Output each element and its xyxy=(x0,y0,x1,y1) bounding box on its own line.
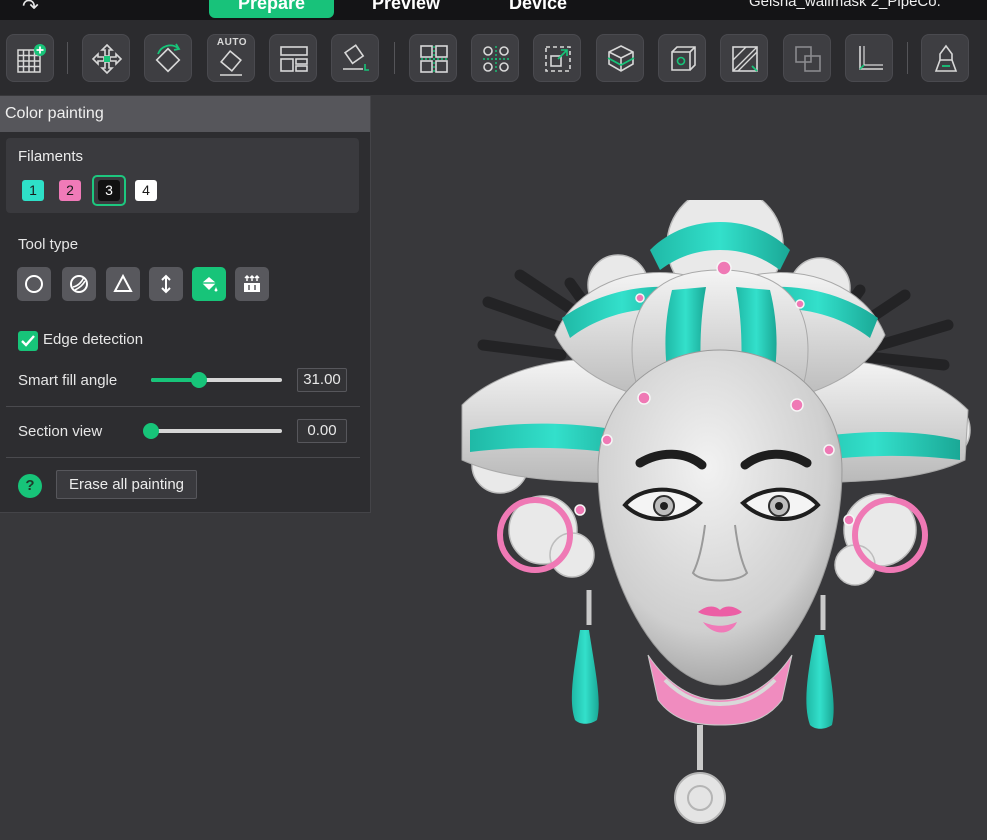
tool-type-label: Tool type xyxy=(18,236,79,253)
checkmark-icon xyxy=(21,335,35,347)
arrange-button[interactable] xyxy=(82,34,130,82)
smart-fill-angle-value[interactable]: 31.00 xyxy=(297,368,347,392)
filament-chip-4[interactable]: 4 xyxy=(135,180,157,201)
slice-plane-button[interactable] xyxy=(596,34,644,82)
top-tab-bar: ↷ Prepare Preview Device Geisha_wallmask… xyxy=(0,0,987,20)
slice-plane-icon xyxy=(607,45,635,72)
bounding-box-icon xyxy=(545,46,571,72)
height-range-tool-button[interactable] xyxy=(149,267,183,301)
redo-icon[interactable]: ↷ xyxy=(22,0,39,18)
filaments-section: Filaments 1 2 3 4 xyxy=(6,138,359,213)
section-view-slider[interactable] xyxy=(143,423,282,439)
triangle-tool-button[interactable] xyxy=(106,267,140,301)
boolean-icon xyxy=(795,46,821,72)
main-toolbar: AUTO xyxy=(0,20,987,95)
filament-chip-1[interactable]: 1 xyxy=(22,180,44,201)
color-paint-button[interactable] xyxy=(921,34,969,82)
add-plate-icon xyxy=(17,44,46,73)
color-paint-icon xyxy=(934,44,958,72)
sphere-tool-icon xyxy=(70,275,88,293)
filament-chip-3[interactable]: 3 xyxy=(98,180,120,201)
project-title: Geisha_wallmask 2_PipeCo. xyxy=(749,0,941,10)
divider xyxy=(6,457,360,458)
edge-detection-label: Edge detection xyxy=(43,331,144,348)
slider-knob[interactable] xyxy=(191,372,208,388)
split-objects-icon xyxy=(420,45,448,73)
split-parts-icon xyxy=(483,46,509,72)
support-paint-icon xyxy=(732,46,758,72)
smart-fill-angle-slider[interactable] xyxy=(151,372,282,388)
3d-model-viewport[interactable] xyxy=(430,200,987,840)
circle-tool-icon xyxy=(25,275,43,293)
help-icon[interactable]: ? xyxy=(18,474,42,498)
smart-fill-angle-label: Smart fill angle xyxy=(18,372,118,389)
fill-bucket-tool-button[interactable] xyxy=(192,267,226,301)
section-view-value[interactable]: 0.00 xyxy=(297,419,347,443)
toolbar-separator xyxy=(394,42,395,74)
fill-bucket-tool-icon xyxy=(202,277,218,292)
app-window: ↷ Prepare Preview Device Geisha_wallmask… xyxy=(0,0,987,840)
orient-button[interactable] xyxy=(144,34,192,82)
tab-prepare[interactable]: Prepare xyxy=(209,0,334,18)
circle-tool-button[interactable] xyxy=(17,267,51,301)
divider xyxy=(6,406,360,407)
layout-button[interactable] xyxy=(269,34,317,82)
layout-icon xyxy=(280,46,308,72)
cube-icon xyxy=(671,46,696,71)
support-paint-button[interactable] xyxy=(720,34,768,82)
edge-detection-checkbox[interactable] xyxy=(18,331,38,351)
auto-orient-button[interactable]: AUTO xyxy=(207,34,255,82)
auto-orient-icon xyxy=(220,50,242,76)
boolean-button[interactable] xyxy=(783,34,831,82)
gap-fill-tool-icon xyxy=(244,274,260,292)
split-objects-button[interactable] xyxy=(409,34,457,82)
section-view-label: Section view xyxy=(18,423,103,440)
triangle-tool-icon xyxy=(113,274,133,292)
toolbar-separator xyxy=(907,42,908,74)
toolbar-separator xyxy=(67,42,68,74)
geisha-model xyxy=(461,200,971,824)
height-range-tool-icon xyxy=(161,274,171,294)
color-painting-panel: Color painting Filaments 1 2 3 4 Tool ty… xyxy=(0,96,371,513)
tab-device[interactable]: Device xyxy=(498,0,578,18)
lay-on-face-button[interactable] xyxy=(331,34,379,82)
measure-button[interactable] xyxy=(845,34,893,82)
gap-fill-tool-button[interactable] xyxy=(235,267,269,301)
panel-title: Color painting xyxy=(0,96,370,132)
slider-knob[interactable] xyxy=(143,423,159,439)
orient-icon xyxy=(155,43,181,73)
filaments-label: Filaments xyxy=(18,148,84,165)
lay-on-face-icon xyxy=(343,44,369,71)
filament-chip-2[interactable]: 2 xyxy=(59,180,81,201)
measure-icon xyxy=(859,46,883,70)
cube-button[interactable] xyxy=(658,34,706,82)
tab-preview[interactable]: Preview xyxy=(360,0,452,18)
add-plate-button[interactable] xyxy=(6,34,54,82)
arrange-icon xyxy=(91,43,123,75)
erase-all-painting-button[interactable]: Erase all painting xyxy=(56,470,197,499)
split-parts-button[interactable] xyxy=(471,34,519,82)
bounding-box-button[interactable] xyxy=(533,34,581,82)
sphere-tool-button[interactable] xyxy=(62,267,96,301)
